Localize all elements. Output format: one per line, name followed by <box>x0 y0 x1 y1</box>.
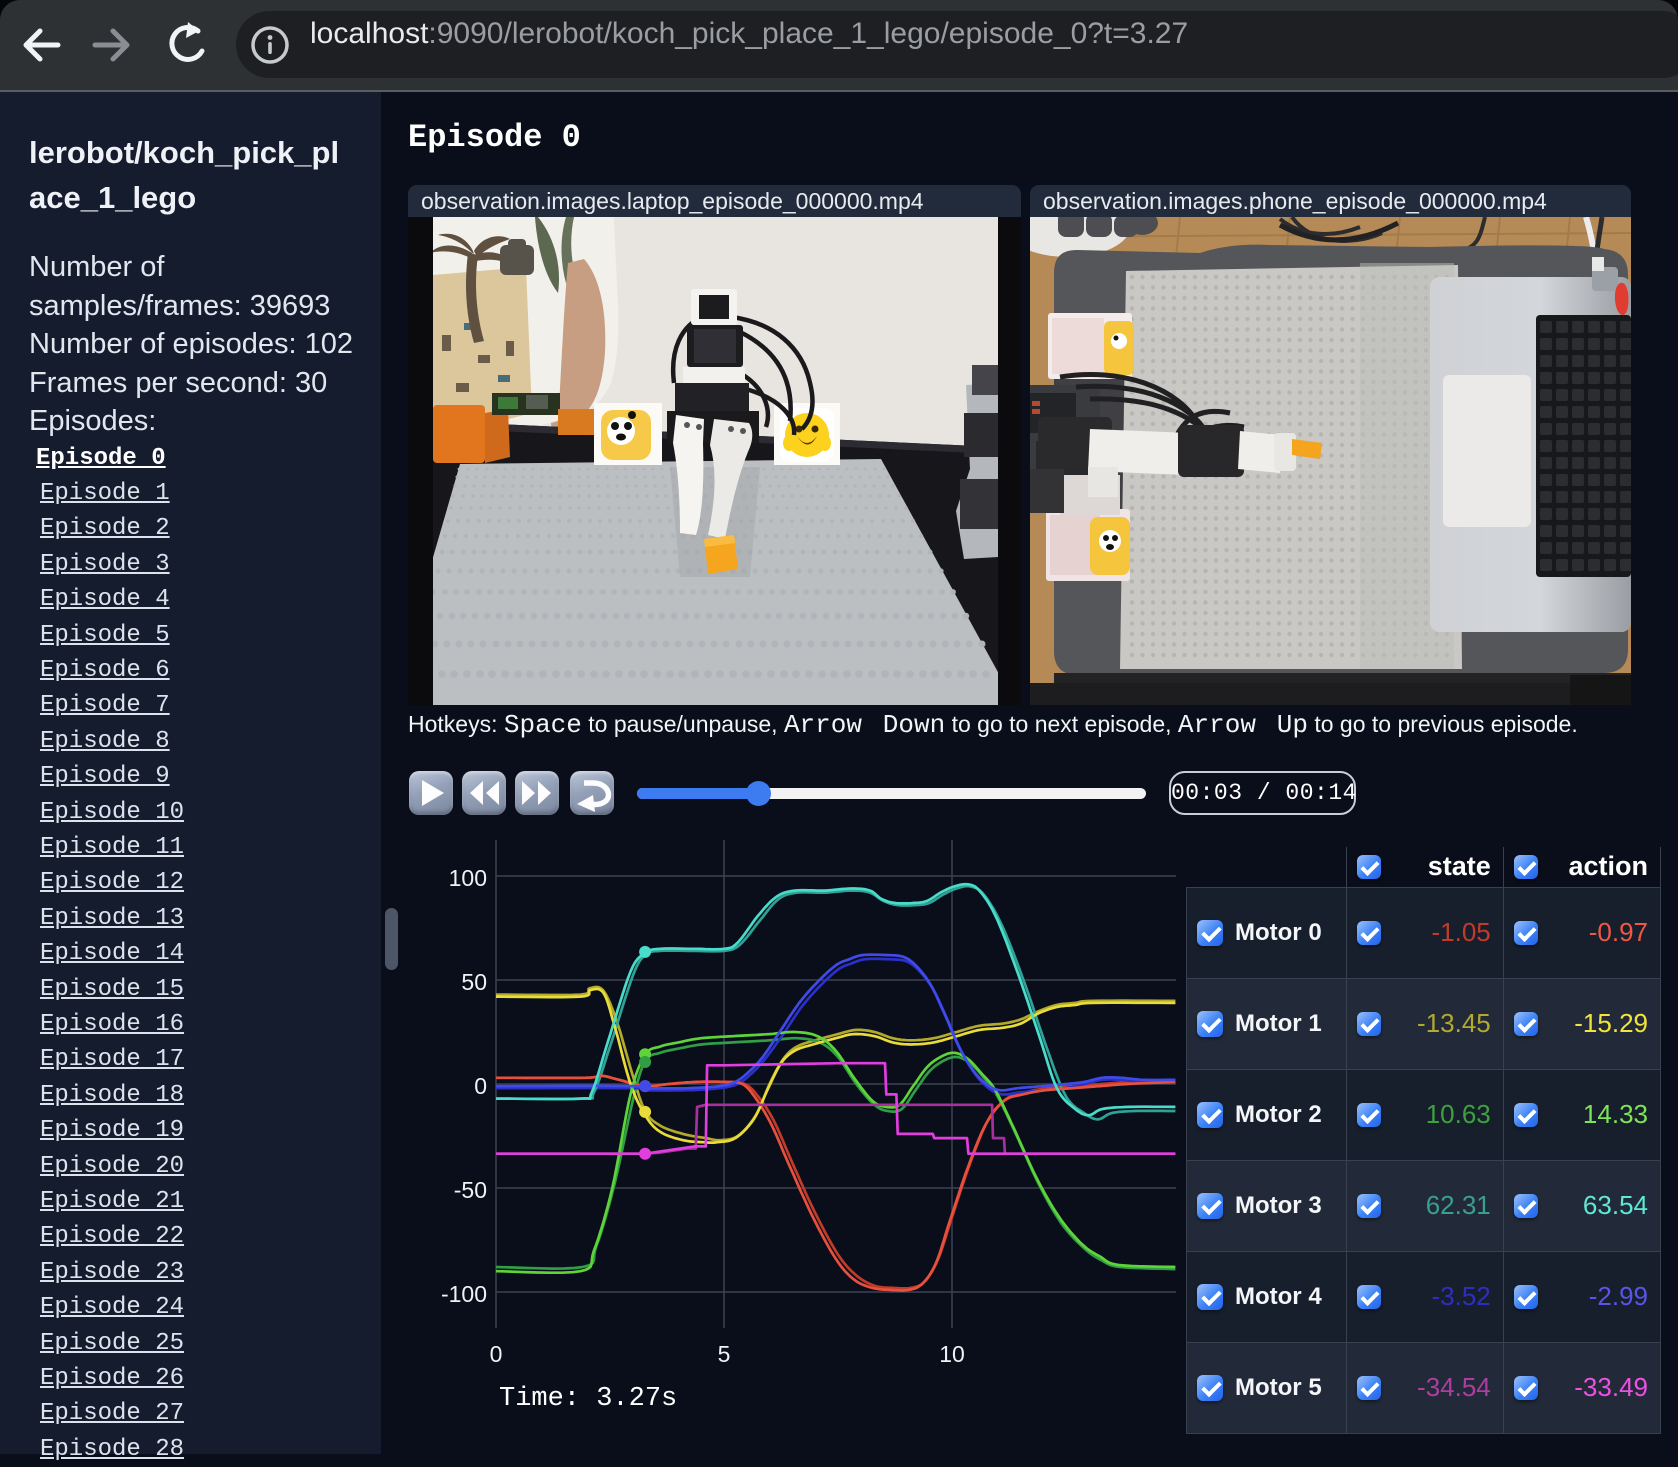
svg-text:-100: -100 <box>441 1281 487 1307</box>
svg-text:5: 5 <box>718 1341 731 1367</box>
svg-text:0: 0 <box>490 1341 503 1367</box>
svg-text:100: 100 <box>449 865 487 891</box>
svg-text:10: 10 <box>939 1341 965 1367</box>
svg-text:0: 0 <box>474 1073 487 1099</box>
svg-text:-50: -50 <box>454 1177 487 1203</box>
svg-text:50: 50 <box>461 969 487 995</box>
